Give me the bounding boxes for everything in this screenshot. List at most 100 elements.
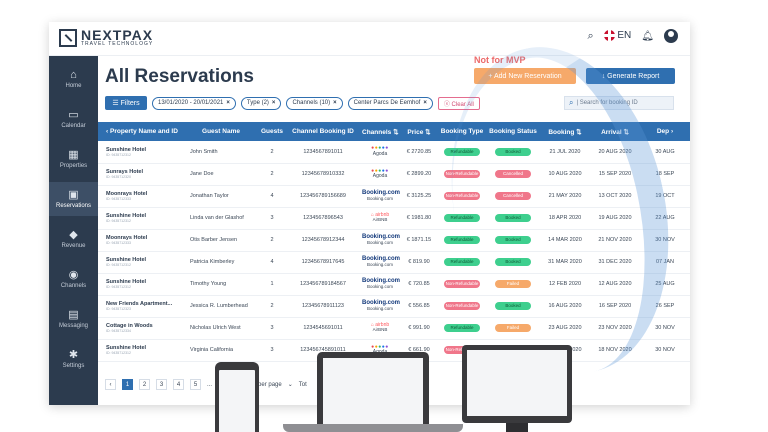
property-cell: Sunshine Hotel ID: 9435712312 [98, 251, 184, 274]
channel-booking-id: 123456789184567 [286, 273, 360, 296]
guest-name: Nicholas Ulrich West [184, 317, 258, 340]
channel-booking-id: 123456789156689 [286, 185, 360, 208]
page-button[interactable]: 3 [156, 379, 167, 390]
column-header-label: Channels [362, 128, 392, 136]
property-id: ID: 9435712312 [106, 152, 131, 157]
channel-cell: Booking.com Booking.com [360, 229, 400, 252]
channel-sublabel: Booking.com [366, 261, 393, 267]
sidebar-item-reservations[interactable]: ▣ Reservations [49, 182, 98, 216]
channel-booking-id: 1234545691011 [286, 317, 360, 340]
property-cell: Sunshine Hotel ID: 9435712312 [98, 339, 184, 362]
guest-count: 2 [258, 163, 286, 186]
column-header[interactable]: Channel Booking ID [286, 122, 360, 141]
search-icon[interactable]: ⌕ [587, 30, 593, 43]
channel-cell: ⌂ airbnb AirBNB [360, 207, 400, 230]
sidebar-item-messaging[interactable]: ▤ Messaging [49, 302, 98, 336]
top-actions: ⌕ EN 🔔︎ [587, 29, 678, 43]
filter-chip-channels[interactable]: Channels (10) × [286, 96, 343, 110]
guest-count: 3 [258, 317, 286, 340]
booking-type-cell: Non-Refundable [438, 295, 486, 318]
user-avatar-icon[interactable] [664, 29, 678, 43]
property-id: ID: 9435712323 [106, 307, 131, 311]
page-button[interactable]: 2 [139, 379, 150, 390]
booking-type-badge: Refundable [444, 324, 480, 332]
uk-flag-icon [603, 30, 615, 42]
column-header[interactable]: Channels ⇅ [360, 122, 400, 141]
property-cell: New Friends Apartment... ID: 9435712323 [98, 295, 184, 318]
guest-count: 2 [258, 141, 286, 164]
filter-chip-type[interactable]: Type (2) × [240, 96, 282, 110]
property-id: ID: 9435712333 [106, 241, 131, 245]
sidebar-item-label: Reservations [55, 202, 91, 209]
property-cell: Moonrays Hotel ID: 9435712333 [98, 229, 184, 252]
page-button[interactable]: 4 [173, 379, 184, 390]
guest-name: Timothy Young [184, 273, 258, 296]
channel-booking-id: 12345678911123 [286, 295, 360, 318]
filters-button[interactable]: ☰ Filters [105, 96, 147, 110]
page-button[interactable]: 1 [122, 379, 133, 390]
guest-name: Jonathan Taylor [184, 185, 258, 208]
column-header[interactable]: Guest Name [184, 122, 258, 141]
sidebar-item-settings[interactable]: ✱ Settings [49, 342, 98, 376]
bell-icon[interactable]: 🔔︎ [641, 31, 654, 42]
laptop-device [317, 352, 429, 432]
property-cell: Sunshine Hotel ID: 9435712312 [98, 207, 184, 230]
language-selector[interactable]: EN [603, 30, 632, 42]
filter-chip-property[interactable]: Center Parcs De Eemhof × [347, 96, 433, 110]
guest-name: John Smith [184, 141, 258, 164]
sidebar-item-calendar[interactable]: ▭ Calendar [49, 102, 98, 136]
column-header[interactable]: Dep › [640, 122, 690, 141]
sidebar-item-label: Channels [60, 282, 87, 289]
column-header[interactable]: Price ⇅ [400, 122, 438, 141]
page-button[interactable]: 5 [190, 379, 201, 390]
channel-cell: ⌂ airbnb AirBNB [360, 317, 400, 340]
agoda-logo: ●●●●●Agoda [362, 168, 398, 180]
sidebar-item-channels[interactable]: ◉ Channels [49, 262, 98, 296]
chevron-left-icon[interactable]: ‹ [105, 379, 116, 390]
brand-tagline: TRAVEL TECHNOLOGY [81, 41, 154, 47]
channels-icon: ◉ [68, 268, 79, 281]
booking-type-cell: Refundable [438, 317, 486, 340]
sort-icon[interactable]: ⇅ [423, 129, 430, 136]
booking-logo: Booking.com Booking.com [362, 256, 400, 268]
close-icon[interactable]: × [423, 100, 427, 106]
close-icon[interactable]: × [226, 100, 230, 106]
chip-label: 13/01/2020 - 20/01/2021 [158, 100, 224, 106]
sidebar-item-home[interactable]: ⌂ Home [49, 62, 98, 96]
close-icon[interactable]: × [272, 100, 276, 106]
price: € 720.85 [400, 273, 438, 296]
top-bar: NEXTPAX TRAVEL TECHNOLOGY ⌕ EN 🔔︎ [49, 22, 690, 56]
channel-sublabel: Booking.com [366, 195, 393, 201]
chevron-right-icon[interactable]: › [669, 128, 673, 135]
calendar-icon: ▭ [68, 108, 79, 121]
filter-chip-date[interactable]: 13/01/2020 - 20/01/2021 × [152, 96, 236, 110]
sidebar-item-label: Messaging [58, 322, 88, 329]
stage: NEXTPAX TRAVEL TECHNOLOGY ⌕ EN 🔔︎ ⌂ Home ▭… [0, 0, 768, 432]
sort-icon[interactable]: ⇅ [391, 129, 398, 136]
guest-count: 2 [258, 295, 286, 318]
channel-booking-id: 12345678912344 [286, 229, 360, 252]
guest-count: 1 [258, 273, 286, 296]
channel-cell: Booking.com Booking.com [360, 273, 400, 296]
sidebar-item-revenue[interactable]: ◆ Revenue [49, 222, 98, 256]
column-header[interactable]: ‹ Property Name and ID [98, 122, 184, 141]
logo-mark-icon [59, 28, 77, 47]
price: € 2899.20 [400, 163, 438, 186]
close-icon[interactable]: × [333, 100, 337, 106]
guest-name: Patricia Kimberley [184, 251, 258, 274]
guest-count: 3 [258, 339, 286, 362]
monitor-stand [506, 423, 528, 432]
chip-label: Channels (10) [292, 100, 331, 106]
property-id: ID: 9435712333 [106, 197, 131, 201]
channel-booking-id: 12345678910332 [286, 163, 360, 186]
logo: NEXTPAX TRAVEL TECHNOLOGY [59, 28, 153, 47]
chevron-down-icon[interactable]: ⌄ [288, 381, 293, 388]
guest-name: Otis Barber Jensen [184, 229, 258, 252]
channel-sublabel: AirBNB [372, 327, 388, 333]
price: € 819.90 [400, 251, 438, 274]
channel-sublabel: AirBNB [372, 217, 388, 223]
sidebar-item-properties[interactable]: ▦ Properties [49, 142, 98, 176]
phone-device [215, 362, 259, 432]
column-header[interactable]: Guests [258, 122, 286, 141]
language-label: EN [617, 30, 632, 42]
